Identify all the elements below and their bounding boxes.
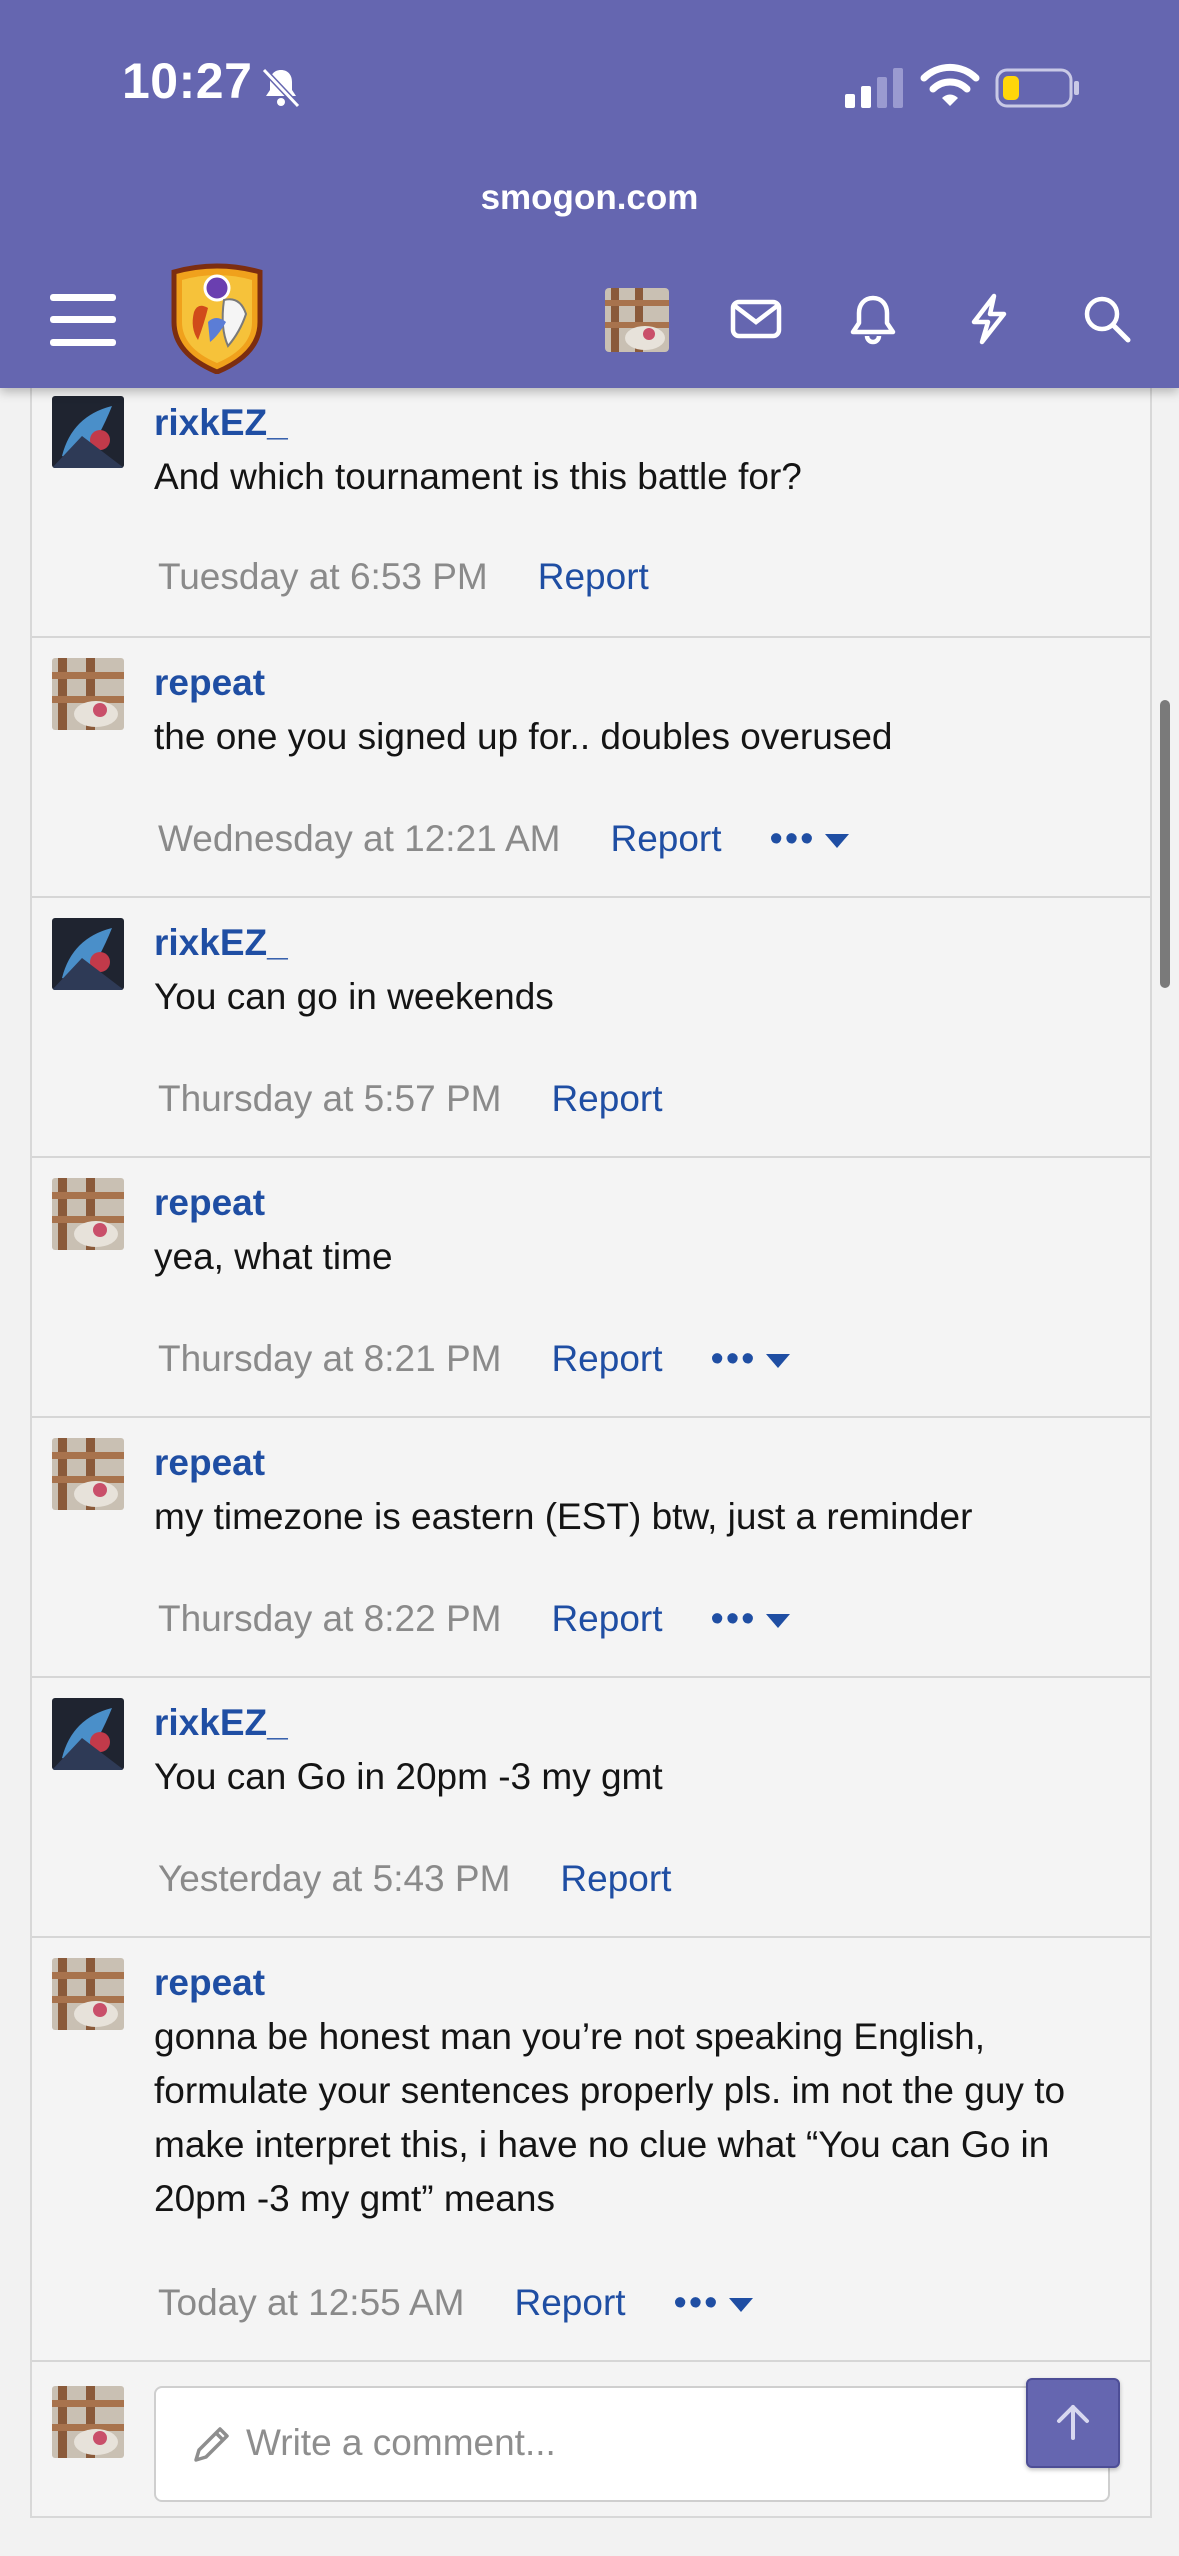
report-link[interactable]: Report	[551, 1338, 662, 1379]
avatar[interactable]	[52, 1958, 124, 2030]
comment-item: rixkEZ_ You can go in weekends Thursday …	[32, 898, 1150, 1158]
comment-item: repeat the one you signed up for.. doubl…	[32, 638, 1150, 898]
comment-message: And which tournament is this battle for?	[154, 456, 802, 497]
comment-username[interactable]: repeat	[154, 662, 265, 704]
more-actions-menu[interactable]: •••	[711, 1598, 791, 1640]
comment-meta: Yesterday at 5:43 PM Report	[158, 1858, 671, 1900]
report-link[interactable]: Report	[514, 2282, 625, 2323]
bell-muted-icon	[261, 67, 301, 109]
comment-timestamp[interactable]: Yesterday at 5:43 PM	[158, 1858, 510, 1899]
avatar[interactable]	[52, 1698, 124, 1770]
more-actions-menu[interactable]: •••	[770, 818, 850, 860]
caret-down-icon	[766, 1613, 791, 1628]
comment-message: the one you signed up for.. doubles over…	[154, 716, 893, 757]
comment-timestamp[interactable]: Tuesday at 6:53 PM	[158, 556, 488, 597]
site-header: 10:27 smogon.com	[0, 0, 1179, 388]
avatar[interactable]	[52, 1438, 124, 1510]
bell-icon[interactable]	[846, 292, 900, 346]
comment-message: You can Go in 20pm -3 my gmt	[154, 1756, 663, 1797]
comment-timestamp[interactable]: Today at 12:55 AM	[158, 2282, 464, 2323]
comment-item: rixkEZ_ You can Go in 20pm -3 my gmt Yes…	[32, 1678, 1150, 1938]
comment-timestamp[interactable]: Thursday at 5:57 PM	[158, 1078, 501, 1119]
comment-username[interactable]: repeat	[154, 1962, 265, 2004]
status-time: 10:27	[122, 53, 253, 109]
avatar[interactable]	[52, 918, 124, 990]
cellular-signal-icon	[845, 68, 903, 108]
caret-down-icon	[825, 833, 850, 848]
wifi-icon	[920, 63, 980, 106]
comment-timestamp[interactable]: Thursday at 8:21 PM	[158, 1338, 501, 1379]
comment-placeholder: Write a comment...	[246, 2422, 556, 2463]
comment-username[interactable]: repeat	[154, 1442, 265, 1484]
comment-item: rixkEZ_ And which tournament is this bat…	[32, 388, 1150, 638]
browser-domain[interactable]: smogon.com	[0, 178, 1179, 218]
comment-username[interactable]: repeat	[154, 1182, 265, 1224]
pencil-icon	[194, 2427, 229, 2462]
report-link[interactable]: Report	[551, 1598, 662, 1639]
comment-meta: Thursday at 8:22 PM Report •••	[158, 1598, 791, 1641]
mail-icon[interactable]	[729, 292, 783, 346]
more-actions-menu[interactable]: •••	[674, 2282, 754, 2324]
report-link[interactable]: Report	[610, 818, 721, 859]
comment-message: You can go in weekends	[154, 976, 554, 1017]
comment-message: gonna be honest man you’re not speaking …	[154, 2016, 1066, 2219]
user-avatar[interactable]	[605, 288, 669, 352]
comment-item: repeat yea, what time Thursday at 8:21 P…	[32, 1158, 1150, 1418]
arrow-up-icon	[1057, 2405, 1089, 2440]
comment-timestamp[interactable]: Thursday at 8:22 PM	[158, 1598, 501, 1639]
scroll-to-top-button[interactable]	[1026, 2378, 1120, 2468]
caret-down-icon	[766, 1353, 791, 1368]
scrollbar-thumb[interactable]	[1160, 700, 1170, 988]
comment-meta: Thursday at 5:57 PM Report	[158, 1078, 663, 1120]
menu-icon[interactable]	[50, 292, 116, 348]
comment-meta: Wednesday at 12:21 AM Report •••	[158, 818, 850, 861]
lightning-icon[interactable]	[962, 292, 1016, 346]
comment-meta: Tuesday at 6:53 PM Report	[158, 556, 649, 598]
composer-avatar	[52, 2386, 124, 2458]
comment-username[interactable]: rixkEZ_	[154, 922, 288, 964]
comment-message: my timezone is eastern (EST) btw, just a…	[154, 1496, 973, 1537]
comment-timestamp[interactable]: Wednesday at 12:21 AM	[158, 818, 560, 859]
comment-input[interactable]: Write a comment...	[154, 2386, 1110, 2502]
search-icon[interactable]	[1080, 292, 1134, 346]
avatar[interactable]	[52, 1178, 124, 1250]
avatar[interactable]	[52, 396, 124, 468]
smogon-logo[interactable]	[168, 262, 266, 374]
avatar[interactable]	[52, 658, 124, 730]
comment-message: yea, what time	[154, 1236, 393, 1277]
report-link[interactable]: Report	[538, 556, 649, 597]
comment-item: repeat my timezone is eastern (EST) btw,…	[32, 1418, 1150, 1678]
comment-meta: Thursday at 8:21 PM Report •••	[158, 1338, 791, 1381]
caret-down-icon	[729, 2297, 754, 2312]
comment-username[interactable]: rixkEZ_	[154, 402, 288, 444]
comment-item: repeat gonna be honest man you’re not sp…	[32, 1938, 1150, 2362]
report-link[interactable]: Report	[560, 1858, 671, 1899]
comment-meta: Today at 12:55 AM Report •••	[158, 2282, 754, 2325]
more-actions-menu[interactable]: •••	[711, 1338, 791, 1380]
comment-thread: rixkEZ_ And which tournament is this bat…	[30, 388, 1152, 2518]
battery-icon	[995, 68, 1079, 108]
comment-username[interactable]: rixkEZ_	[154, 1702, 288, 1744]
report-link[interactable]: Report	[551, 1078, 662, 1119]
